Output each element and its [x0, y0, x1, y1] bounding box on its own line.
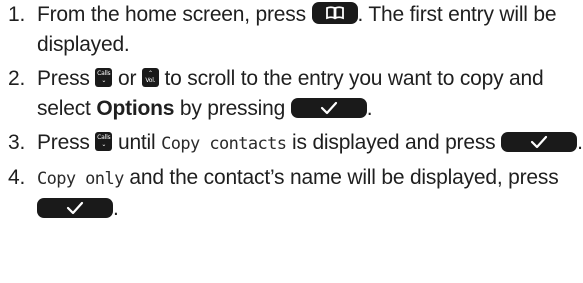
step-text: Press	[37, 131, 90, 154]
key-arrow: ⌄	[101, 141, 107, 148]
display-text: Copy contacts	[161, 134, 287, 154]
step-1: 1. From the home screen, press . The fir…	[0, 0, 583, 60]
key-arrow: ⌄	[101, 77, 107, 84]
step-text: .	[113, 197, 119, 220]
step-text: Press	[37, 67, 90, 90]
step-4: 4. Copy only and the contact’s name will…	[0, 163, 583, 224]
step-text: until	[117, 131, 156, 154]
step-text: or	[117, 67, 137, 90]
step-text: and the contact’s name will be displayed…	[129, 166, 559, 189]
step-text: is displayed and press	[292, 131, 496, 154]
step-number: 1.	[8, 3, 26, 26]
calls-down-key-icon: Calls ⌄	[95, 132, 113, 151]
calls-down-key-icon: Calls ⌄	[95, 68, 113, 87]
vol-up-key-icon: ⌃ Vol.	[141, 68, 159, 87]
step-number: 4.	[8, 166, 26, 189]
step-bold-text: Options	[96, 97, 175, 120]
ok-key-icon	[501, 132, 578, 152]
step-text: by pressing	[179, 97, 286, 120]
step-3: 3. Press Calls ⌄ until Copy contacts is …	[0, 128, 583, 159]
ok-key-icon	[37, 198, 113, 218]
step-text: From the home screen, press	[37, 3, 306, 26]
step-2: 2. Press Calls ⌄ or ⌃ Vol. to scroll to …	[0, 64, 583, 124]
display-text: Copy only	[37, 169, 124, 189]
step-text: .	[577, 131, 583, 154]
phonebook-key-icon	[311, 2, 358, 24]
step-number: 3.	[8, 131, 26, 154]
ok-key-icon	[290, 98, 367, 118]
key-label: Vol.	[145, 77, 156, 84]
instruction-steps: 1. From the home screen, press . The fir…	[0, 0, 583, 228]
step-text: .	[366, 97, 373, 120]
step-number: 2.	[8, 67, 26, 90]
